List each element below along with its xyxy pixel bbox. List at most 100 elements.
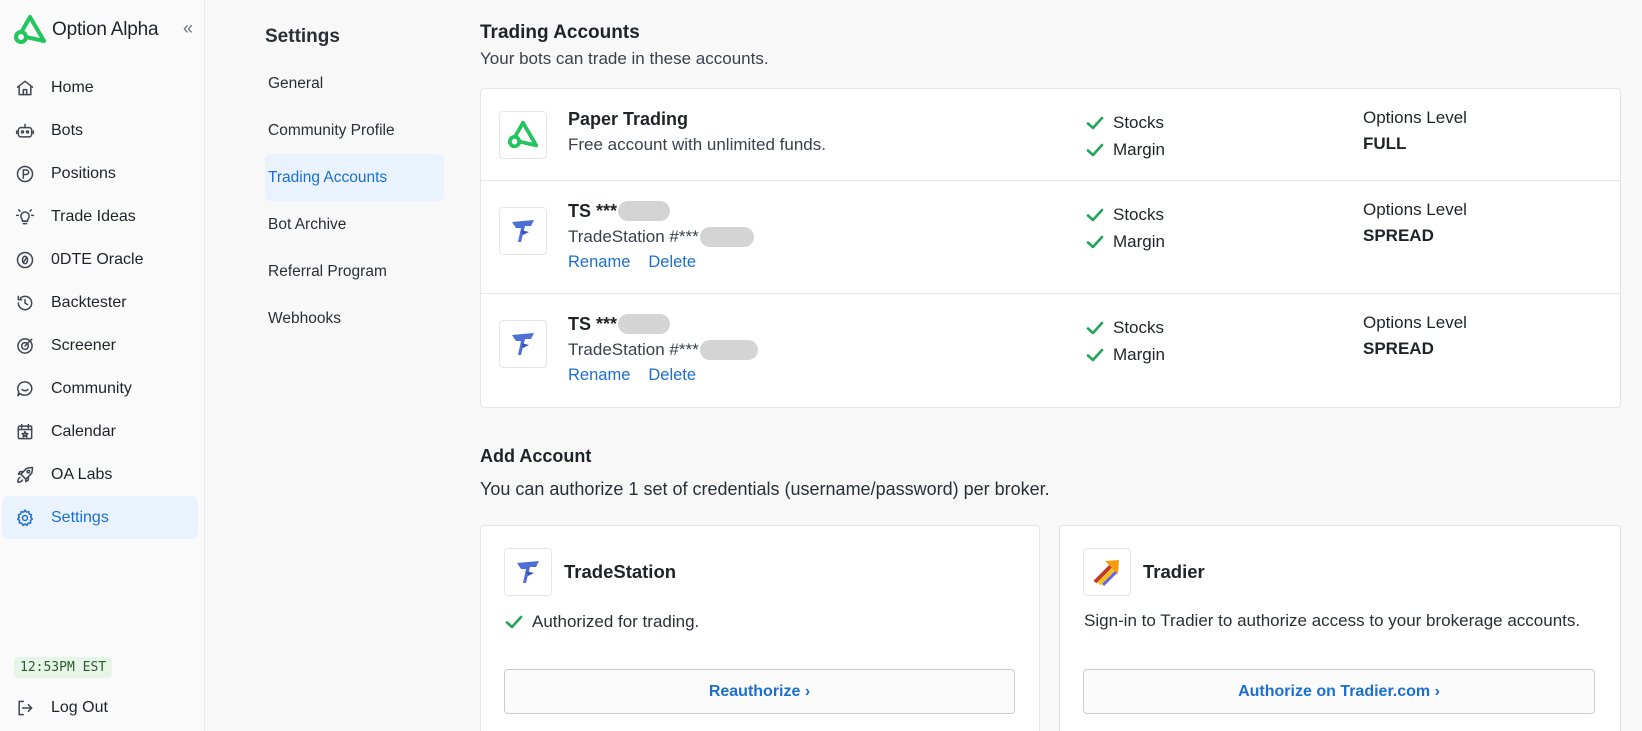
permission-label: Margin [1113,231,1165,251]
account-permissions: Stocks Margin [1085,109,1165,163]
sidebar: Option Alpha « Home Bots Positions Trade… [0,0,205,731]
logout-button[interactable]: Log Out [2,686,198,729]
delete-account-link[interactable]: Delete [648,253,696,272]
gear-icon [14,507,36,529]
nav-item-trade-ideas[interactable]: Trade Ideas [2,195,198,238]
check-icon [504,612,524,632]
nav-item-bots[interactable]: Bots [2,109,198,152]
zero-dte-icon [14,249,36,271]
redacted-value [618,314,671,334]
robot-icon [14,120,36,142]
rocket-icon [14,464,36,486]
options-level: Options Level FULL [1363,108,1467,154]
account-description: TradeStation #*** [568,340,699,359]
reauthorize-button[interactable]: Reauthorize › [504,669,1015,714]
option-alpha-logo-icon [507,120,539,149]
account-permissions: Stocks Margin [1085,201,1165,255]
settings-item-community-profile[interactable]: Community Profile [265,107,444,154]
authorize-tradier-button[interactable]: Authorize on Tradier.com › [1083,669,1595,714]
trading-accounts-subtitle: Your bots can trade in these accounts. [480,49,769,68]
nav-item-community[interactable]: Community [2,367,198,410]
options-level: Options Level SPREAD [1363,200,1467,246]
logout-label: Log Out [51,698,108,716]
nav-label: Settings [51,508,109,526]
settings-item-general[interactable]: General [265,60,444,107]
options-level-label: Options Level [1363,108,1467,127]
settings-item-referral-program[interactable]: Referral Program [265,248,444,295]
brand-name: Option Alpha [52,19,159,40]
rename-account-link[interactable]: Rename [568,253,630,272]
redacted-value [699,227,754,247]
account-logo [499,320,547,368]
positions-icon [14,163,36,185]
nav-label: Backtester [51,293,127,311]
nav-item-oa-labs[interactable]: OA Labs [2,453,198,496]
brand[interactable]: Option Alpha [13,14,159,46]
collapse-sidebar-icon[interactable]: « [178,17,198,39]
tradestation-logo-icon [512,333,534,355]
nav-label: OA Labs [51,465,113,483]
nav-item-settings[interactable]: Settings [2,496,198,539]
nav-item-screener[interactable]: Screener [2,324,198,367]
broker-status: Authorized for trading. [504,612,699,632]
broker-card-tradestation: TradeStation Authorized for trading. Rea… [480,525,1040,731]
nav-item-home[interactable]: Home [2,66,198,109]
account-row-paper: Paper Trading Free account with unlimite… [481,89,1620,181]
history-icon [14,292,36,314]
account-name: TS *** [568,313,618,334]
options-level-value: SPREAD [1363,339,1434,358]
chat-icon [14,378,36,400]
settings-item-webhooks[interactable]: Webhooks [265,295,444,342]
account-description: TradeStation #*** [568,227,699,246]
home-icon [14,77,36,99]
accounts-list: Paper Trading Free account with unlimite… [480,88,1621,408]
account-logo [499,111,547,159]
nav-label: Screener [51,336,116,354]
account-name: TS *** [568,200,618,221]
main-content: Trading Accounts Your bots can trade in … [480,22,1621,731]
add-account-subtitle: You can authorize 1 set of credentials (… [480,479,1050,499]
nav-item-backtester[interactable]: Backtester [2,281,198,324]
nav-item-positions[interactable]: Positions [2,152,198,195]
settings-menu: Settings General Community Profile Tradi… [265,26,445,342]
options-level-value: FULL [1363,134,1407,153]
options-level: Options Level SPREAD [1363,313,1467,359]
broker-name: Tradier [1143,561,1205,582]
nav-label: Bots [51,121,84,139]
broker-status-text: Authorized for trading. [532,612,700,631]
nav-label: Community [51,379,132,397]
nav-item-0dte-oracle[interactable]: 0DTE Oracle [2,238,198,281]
redacted-value [618,201,671,221]
nav-label: Trade Ideas [51,207,136,225]
tradestation-logo-icon [512,220,534,242]
settings-item-trading-accounts[interactable]: Trading Accounts [265,154,444,201]
nav-label: Positions [51,164,116,182]
permission-label: Margin [1113,344,1165,364]
check-icon [1085,318,1105,338]
delete-account-link[interactable]: Delete [648,366,696,385]
nav-label: Calendar [51,422,116,440]
market-clock: 12:53PM EST [14,657,113,678]
add-account-title: Add Account [480,446,592,466]
options-level-value: SPREAD [1363,226,1434,245]
nav-label: 0DTE Oracle [51,250,144,268]
broker-description: Sign-in to Tradier to authorize access t… [1084,611,1581,630]
nav-item-calendar[interactable]: Calendar [2,410,198,453]
check-icon [1085,113,1105,133]
broker-card-tradier: Tradier Sign-in to Tradier to authorize … [1059,525,1621,731]
trading-accounts-title: Trading Accounts [480,22,640,43]
settings-title: Settings [265,26,340,47]
check-icon [1085,232,1105,252]
rename-account-link[interactable]: Rename [568,366,630,385]
main-nav: Home Bots Positions Trade Ideas 0DTE Ora… [2,66,198,539]
broker-logo [504,548,552,596]
redacted-value [699,340,758,360]
account-name: Paper Trading [568,108,689,129]
calendar-icon [14,421,36,443]
settings-item-bot-archive[interactable]: Bot Archive [265,201,444,248]
tradestation-logo-icon [517,561,539,583]
check-icon [1085,345,1105,365]
lightbulb-icon [14,206,36,228]
nav-label: Home [51,78,94,96]
permission-label: Stocks [1113,112,1165,132]
